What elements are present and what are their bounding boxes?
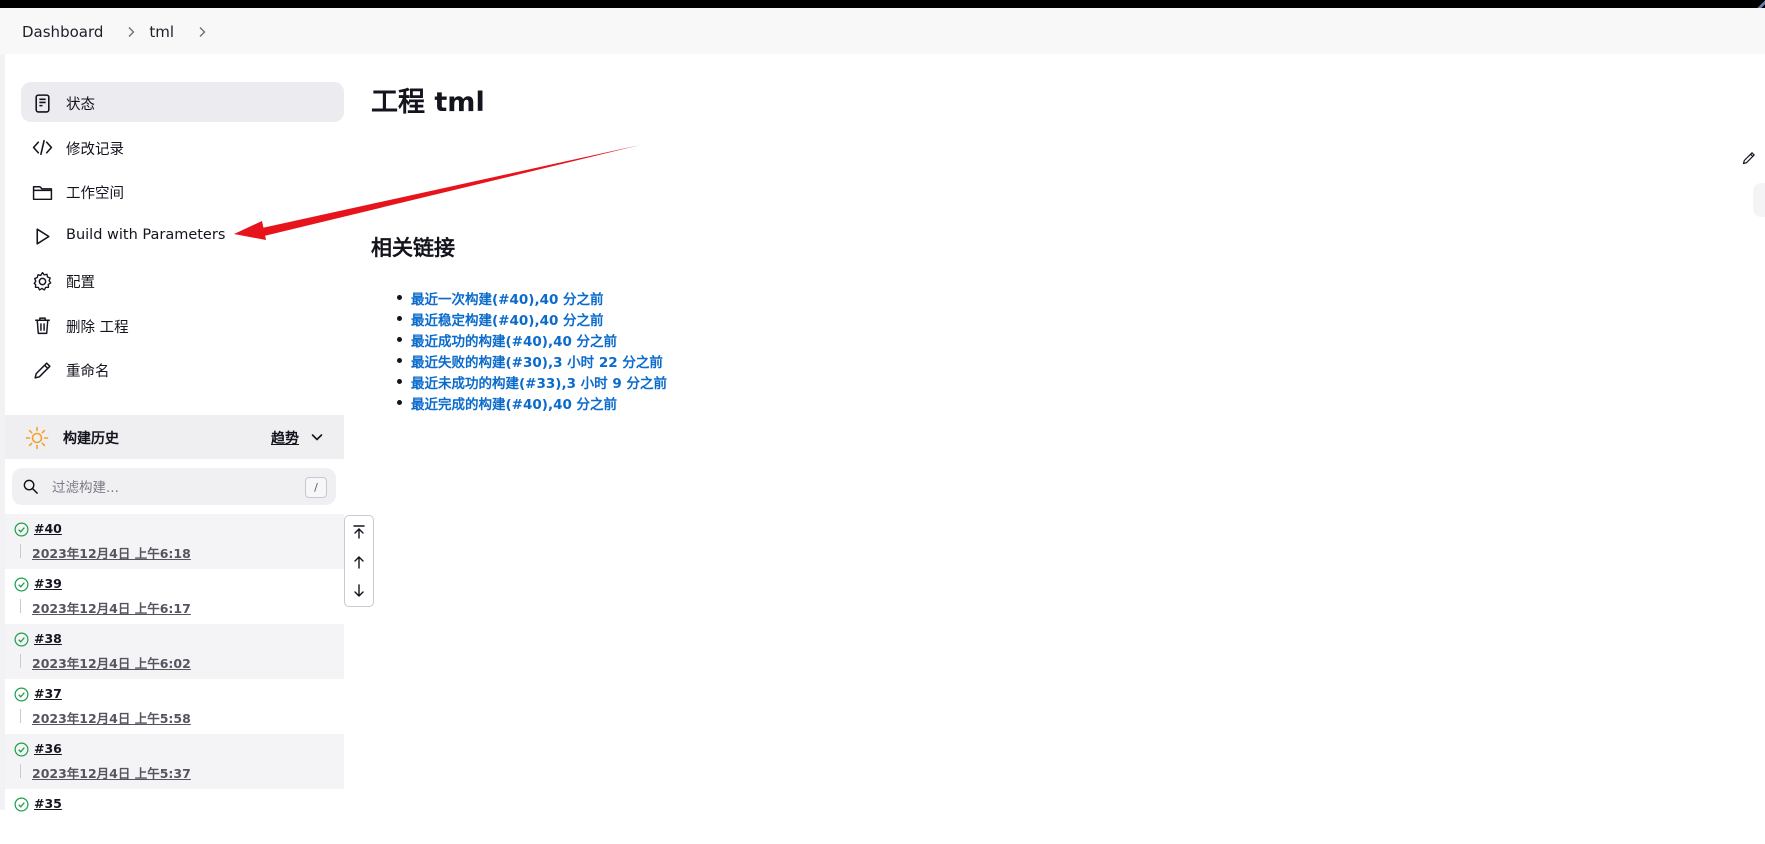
chevron-right-icon[interactable] — [196, 26, 208, 38]
build-date-link[interactable]: 2023年12月4日 上午6:02 — [32, 653, 191, 672]
gear-icon — [31, 270, 53, 292]
scroll-controls — [344, 515, 374, 607]
sidebar-item-rename[interactable]: 重命名 — [21, 349, 344, 389]
build-number-link[interactable]: #37 — [34, 686, 62, 701]
build-row: #38 2023年12月4日 上午6:02 — [5, 624, 344, 679]
build-number-link[interactable]: #40 — [34, 521, 62, 536]
build-number-link[interactable]: #38 — [34, 631, 62, 646]
breadcrumb: Dashboard tml — [22, 23, 220, 41]
pencil-icon — [31, 359, 53, 381]
sidebar-item-build-with-parameters[interactable]: Build with Parameters — [21, 216, 344, 256]
list-item: 最近完成的构建(#40),40 分之前 — [371, 393, 667, 414]
breadcrumb-tml[interactable]: tml — [149, 23, 174, 41]
list-item: 最近失败的构建(#30),3 小时 22 分之前 — [371, 351, 667, 372]
status-icon — [31, 92, 53, 114]
chevron-down-icon[interactable] — [309, 429, 325, 445]
folder-icon — [31, 181, 53, 203]
sidebar-item-label: Build with Parameters — [66, 226, 226, 243]
build-row: #37 2023年12月4日 上午5:58 — [5, 679, 344, 734]
related-link[interactable]: 最近失败的构建(#30),3 小时 22 分之前 — [411, 355, 663, 371]
edit-description-icon[interactable] — [1741, 150, 1757, 166]
divider — [20, 599, 21, 613]
build-date-link[interactable]: 2023年12月4日 上午5:58 — [32, 708, 191, 727]
side-panel-tab[interactable] — [1753, 183, 1765, 217]
build-row: #39 2023年12月4日 上午6:17 — [5, 569, 344, 624]
build-list: #40 2023年12月4日 上午6:18 #39 2023年12月4日 上午6… — [5, 514, 344, 844]
arrow-down-icon[interactable] — [350, 582, 368, 600]
list-item: 最近成功的构建(#40),40 分之前 — [371, 330, 667, 351]
related-links-title: 相关链接 — [371, 236, 455, 260]
sidebar-item-status[interactable]: 状态 — [21, 82, 344, 122]
sidebar-item-label: 删除 工程 — [66, 319, 129, 336]
build-number-link[interactable]: #35 — [34, 796, 62, 811]
sidebar-item-label: 状态 — [66, 97, 95, 113]
build-date-link[interactable]: 2023年12月4日 上午5:37 — [32, 763, 191, 782]
build-row: #36 2023年12月4日 上午5:37 — [5, 734, 344, 789]
divider — [20, 764, 21, 778]
trend-link[interactable]: 趋势 — [271, 428, 299, 448]
divider — [20, 654, 21, 668]
keyboard-shortcut-badge: / — [305, 477, 327, 498]
sidebar-item-label: 修改记录 — [66, 141, 124, 158]
trash-icon — [31, 315, 53, 337]
build-filter-input[interactable] — [50, 476, 294, 500]
build-number-link[interactable]: #36 — [34, 741, 62, 756]
sidebar-item-label: 工作空间 — [66, 186, 124, 202]
scroll-to-top-icon[interactable] — [350, 523, 368, 541]
related-link[interactable]: 最近一次构建(#40),40 分之前 — [411, 292, 604, 308]
code-icon — [31, 137, 53, 159]
build-row: #35 — [5, 789, 344, 844]
related-links-list: 最近一次构建(#40),40 分之前 最近稳定构建(#40),40 分之前 最近… — [371, 288, 667, 414]
sidebar-item-configure[interactable]: 配置 — [21, 260, 344, 300]
list-item: 最近稳定构建(#40),40 分之前 — [371, 309, 667, 330]
success-icon — [14, 522, 29, 537]
related-link[interactable]: 最近成功的构建(#40),40 分之前 — [411, 334, 617, 350]
top-bar — [0, 0, 1765, 8]
page-title: 工程 tml — [371, 87, 485, 118]
sidebar-item-delete-project[interactable]: 删除 工程 — [21, 305, 344, 345]
sidebar-item-label: 配置 — [66, 275, 95, 291]
build-history-header: 构建历史 趋势 — [5, 415, 344, 459]
build-history-panel: 构建历史 趋势 / #40 2023年12月4日 上午6:18 #39 2023… — [5, 415, 344, 812]
build-date-link[interactable]: 2023年12月4日 上午6:17 — [32, 598, 191, 617]
build-filter: / — [12, 468, 336, 505]
chevron-right-icon[interactable] — [125, 26, 137, 38]
list-item: 最近一次构建(#40),40 分之前 — [371, 288, 667, 309]
sidebar-tasks: 状态 修改记录 工作空间 Build with Parameters 配置 删除… — [21, 82, 344, 394]
breadcrumb-dashboard[interactable]: Dashboard — [22, 23, 103, 41]
list-item: 最近未成功的构建(#33),3 小时 9 分之前 — [371, 372, 667, 393]
related-link[interactable]: 最近稳定构建(#40),40 分之前 — [411, 313, 604, 329]
sidebar-item-workspace[interactable]: 工作空间 — [21, 171, 344, 211]
divider — [20, 709, 21, 723]
search-icon — [23, 479, 38, 494]
sidebar-item-label: 重命名 — [66, 364, 110, 380]
success-icon — [14, 687, 29, 702]
breadcrumb-bar: Dashboard tml — [0, 8, 1765, 54]
build-number-link[interactable]: #39 — [34, 576, 62, 591]
play-icon — [31, 226, 53, 248]
build-date-link[interactable]: 2023年12月4日 上午6:18 — [32, 543, 191, 562]
success-icon — [14, 742, 29, 757]
related-link[interactable]: 最近完成的构建(#40),40 分之前 — [411, 397, 617, 413]
related-link[interactable]: 最近未成功的构建(#33),3 小时 9 分之前 — [411, 376, 667, 392]
arrow-up-icon[interactable] — [350, 553, 368, 571]
sidebar-item-changes[interactable]: 修改记录 — [21, 127, 344, 167]
sun-icon — [25, 426, 49, 450]
success-icon — [14, 632, 29, 647]
success-icon — [14, 577, 29, 592]
build-history-title: 构建历史 — [63, 431, 119, 447]
build-row: #40 2023年12月4日 上午6:18 — [5, 514, 344, 569]
divider — [20, 544, 21, 558]
